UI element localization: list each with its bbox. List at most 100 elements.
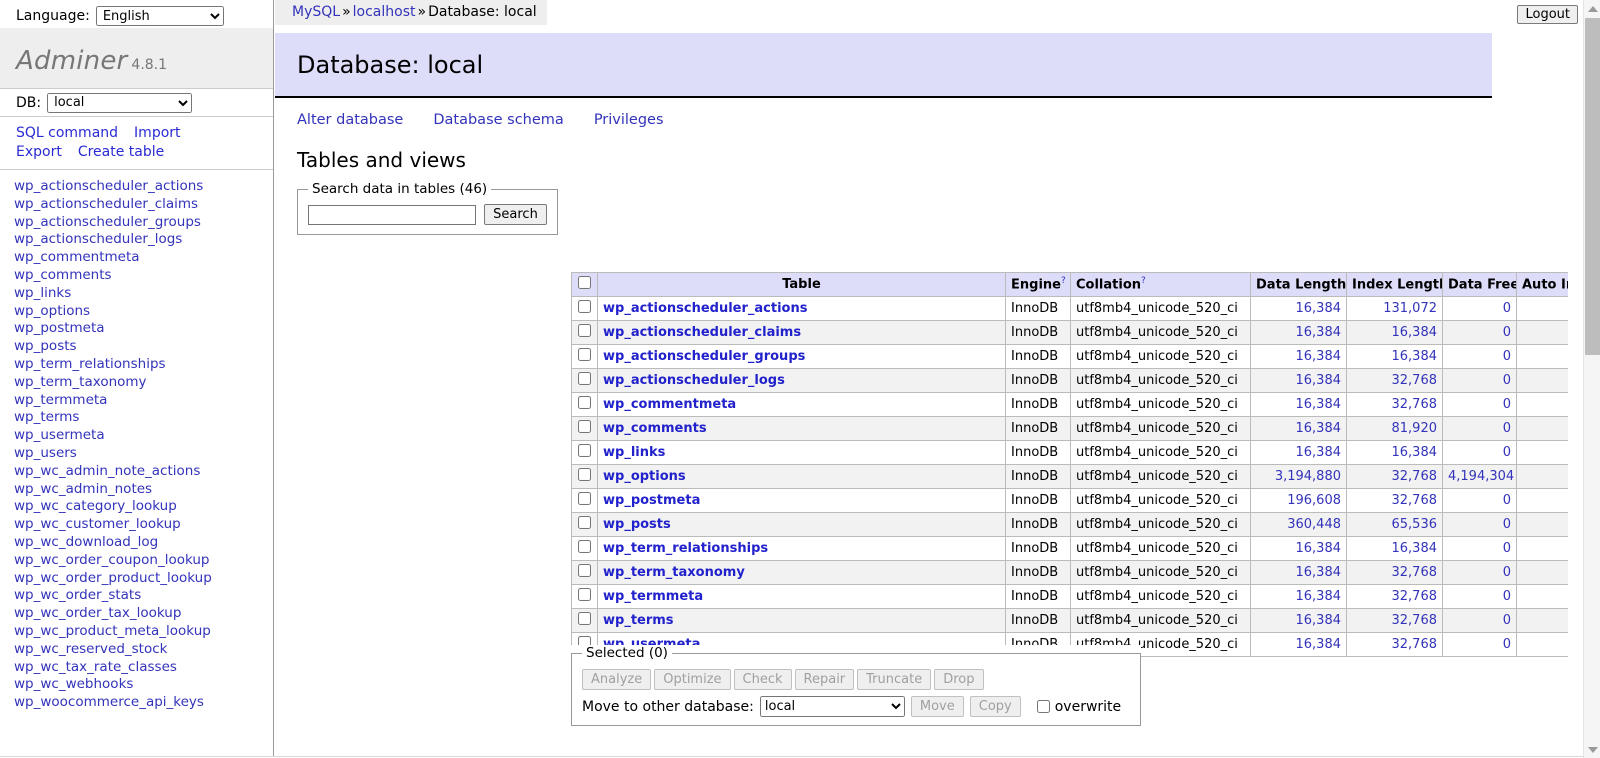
row-select-cell[interactable]: [571, 416, 598, 441]
sidebar-table-link[interactable]: wp_links: [14, 285, 273, 303]
cell-table-name[interactable]: wp_term_relationships: [597, 536, 1006, 561]
sidebar-table-link[interactable]: wp_commentmeta: [14, 249, 273, 267]
row-select-cell[interactable]: [571, 560, 598, 585]
search-button[interactable]: Search: [484, 204, 547, 225]
repair-button[interactable]: Repair: [794, 669, 855, 690]
table-name-link[interactable]: wp_actionscheduler_actions: [603, 301, 807, 316]
move-database-select[interactable]: local: [759, 696, 905, 717]
alter-database-link[interactable]: Alter database: [297, 112, 403, 128]
sidebar-table-link[interactable]: wp_wc_admin_notes: [14, 481, 273, 499]
row-checkbox[interactable]: [578, 300, 591, 313]
table-name-link[interactable]: wp_actionscheduler_claims: [603, 325, 801, 340]
help-icon-collation[interactable]: ?: [1141, 276, 1146, 286]
import-link[interactable]: Import: [134, 125, 180, 141]
row-select-cell[interactable]: [571, 320, 598, 345]
table-name-link[interactable]: wp_options: [603, 469, 686, 484]
row-checkbox[interactable]: [578, 348, 591, 361]
table-name-link[interactable]: wp_termmeta: [603, 589, 703, 604]
help-icon-engine[interactable]: ?: [1061, 276, 1066, 286]
sidebar-table-link[interactable]: wp_wc_admin_note_actions: [14, 463, 273, 481]
sidebar-table-link[interactable]: wp_wc_reserved_stock: [14, 641, 273, 659]
table-name-link[interactable]: wp_links: [603, 445, 665, 460]
sidebar-table-link[interactable]: wp_postmeta: [14, 320, 273, 338]
row-checkbox[interactable]: [578, 612, 591, 625]
row-select-cell[interactable]: [571, 464, 598, 489]
db-select[interactable]: local: [47, 92, 193, 113]
optimize-button[interactable]: Optimize: [654, 669, 731, 690]
row-select-cell[interactable]: [571, 608, 598, 633]
export-link[interactable]: Export: [16, 144, 62, 160]
row-checkbox[interactable]: [578, 444, 591, 457]
sidebar-table-link[interactable]: wp_termmeta: [14, 392, 273, 410]
row-select-cell[interactable]: [571, 536, 598, 561]
table-name-link[interactable]: wp_term_relationships: [603, 541, 768, 556]
table-name-link[interactable]: wp_actionscheduler_groups: [603, 349, 805, 364]
cell-table-name[interactable]: wp_actionscheduler_actions: [597, 296, 1006, 321]
cell-table-name[interactable]: wp_actionscheduler_claims: [597, 320, 1006, 345]
scroll-down-arrow-icon[interactable]: [1584, 741, 1600, 758]
row-checkbox[interactable]: [578, 372, 591, 385]
row-select-cell[interactable]: [571, 512, 598, 537]
table-name-link[interactable]: wp_actionscheduler_logs: [603, 373, 785, 388]
table-name-link[interactable]: wp_term_taxonomy: [603, 565, 745, 580]
sidebar-table-link[interactable]: wp_actionscheduler_logs: [14, 231, 273, 249]
column-header-data-free[interactable]: Data Free?: [1442, 272, 1517, 297]
row-select-cell[interactable]: [571, 584, 598, 609]
sidebar-table-link[interactable]: wp_wc_category_lookup: [14, 498, 273, 516]
row-select-cell[interactable]: [571, 344, 598, 369]
cell-table-name[interactable]: wp_comments: [597, 416, 1006, 441]
sidebar-table-link[interactable]: wp_wc_order_stats: [14, 587, 273, 605]
breadcrumb-host-link[interactable]: localhost: [353, 4, 416, 20]
row-checkbox[interactable]: [578, 468, 591, 481]
sidebar-table-link[interactable]: wp_options: [14, 303, 273, 321]
sidebar-table-link[interactable]: wp_wc_webhooks: [14, 676, 273, 694]
sidebar-table-link[interactable]: wp_usermeta: [14, 427, 273, 445]
select-all-checkbox[interactable]: [578, 276, 591, 289]
cell-table-name[interactable]: wp_terms: [597, 608, 1006, 633]
sidebar-table-link[interactable]: wp_posts: [14, 338, 273, 356]
drop-button[interactable]: Drop: [934, 669, 984, 690]
logout-button[interactable]: Logout: [1517, 5, 1578, 24]
table-name-link[interactable]: wp_terms: [603, 613, 674, 628]
row-select-cell[interactable]: [571, 392, 598, 417]
sidebar-table-link[interactable]: wp_wc_customer_lookup: [14, 516, 273, 534]
sidebar-table-link[interactable]: wp_wc_tax_rate_classes: [14, 659, 273, 677]
breadcrumb-server-link[interactable]: MySQL: [292, 4, 340, 20]
row-checkbox[interactable]: [578, 564, 591, 577]
truncate-button[interactable]: Truncate: [857, 669, 932, 690]
column-header-collation[interactable]: Collation?: [1070, 272, 1251, 297]
row-checkbox[interactable]: [578, 588, 591, 601]
cell-table-name[interactable]: wp_options: [597, 464, 1006, 489]
sidebar-table-link[interactable]: wp_actionscheduler_claims: [14, 196, 273, 214]
column-header-auto-increment[interactable]: Auto Increment?: [1516, 272, 1568, 297]
search-input[interactable]: [308, 204, 476, 225]
row-checkbox[interactable]: [578, 420, 591, 433]
column-header-data-length[interactable]: Data Length?: [1250, 272, 1347, 297]
analyze-button[interactable]: Analyze: [582, 669, 652, 690]
scrollbar-thumb[interactable]: [1585, 18, 1600, 355]
cell-table-name[interactable]: wp_postmeta: [597, 488, 1006, 513]
sidebar-table-link[interactable]: wp_term_taxonomy: [14, 374, 273, 392]
table-name-link[interactable]: wp_posts: [603, 517, 671, 532]
sidebar-table-link[interactable]: wp_wc_product_meta_lookup: [14, 623, 273, 641]
row-checkbox[interactable]: [578, 540, 591, 553]
sidebar-table-link[interactable]: wp_terms: [14, 409, 273, 427]
sidebar-table-link[interactable]: wp_term_relationships: [14, 356, 273, 374]
copy-button[interactable]: Copy: [969, 696, 1021, 717]
sidebar-table-link[interactable]: wp_wc_order_coupon_lookup: [14, 552, 273, 570]
row-checkbox[interactable]: [578, 492, 591, 505]
column-header-engine[interactable]: Engine?: [1005, 272, 1071, 297]
overwrite-label[interactable]: overwrite: [1055, 699, 1121, 715]
row-checkbox[interactable]: [578, 516, 591, 529]
cell-table-name[interactable]: wp_actionscheduler_groups: [597, 344, 1006, 369]
cell-table-name[interactable]: wp_termmeta: [597, 584, 1006, 609]
scroll-up-arrow-icon[interactable]: [1584, 0, 1600, 17]
overwrite-checkbox[interactable]: [1036, 700, 1050, 713]
cell-table-name[interactable]: wp_actionscheduler_logs: [597, 368, 1006, 393]
table-name-link[interactable]: wp_commentmeta: [603, 397, 736, 412]
table-name-link[interactable]: wp_postmeta: [603, 493, 700, 508]
check-button[interactable]: Check: [733, 669, 792, 690]
sidebar-table-link[interactable]: wp_wc_download_log: [14, 534, 273, 552]
create-table-link[interactable]: Create table: [78, 144, 164, 160]
cell-table-name[interactable]: wp_commentmeta: [597, 392, 1006, 417]
